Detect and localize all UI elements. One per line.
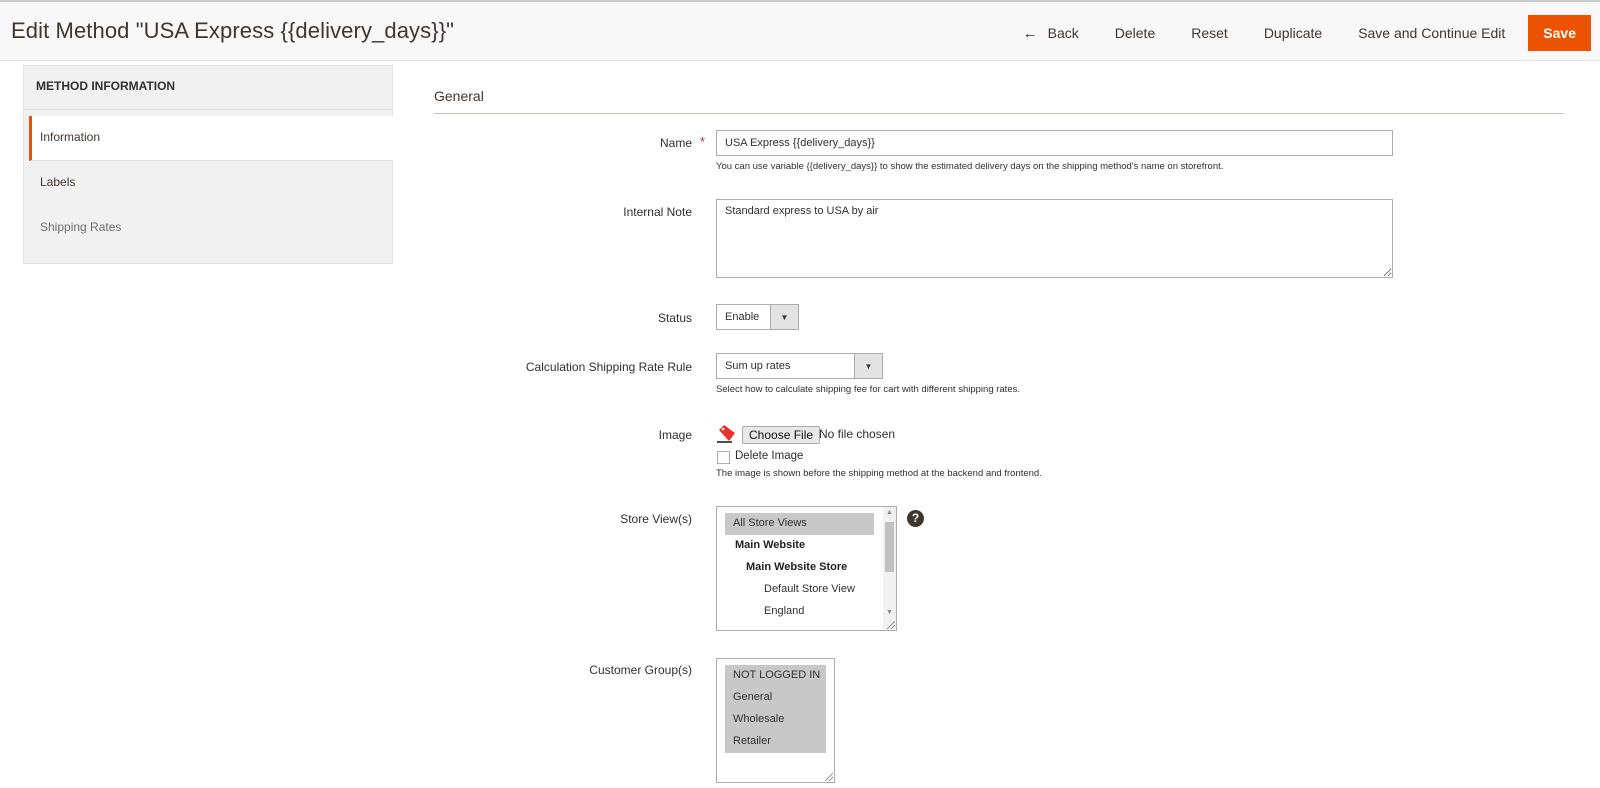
sidebar-title: METHOD INFORMATION <box>24 66 392 110</box>
save-and-continue-button[interactable]: Save and Continue Edit <box>1340 16 1523 51</box>
page-title: Edit Method "USA Express {{delivery_days… <box>11 18 455 43</box>
back-button[interactable]: ← Back <box>1005 16 1097 51</box>
status-value: Enable <box>725 311 760 323</box>
chevron-down-icon: ▼ <box>854 354 882 378</box>
sidebar-item-labels[interactable]: Labels <box>29 161 393 206</box>
delete-image-label[interactable]: Delete Image <box>735 450 803 462</box>
chevron-down-icon: ▼ <box>770 305 798 329</box>
store-view-option[interactable]: England <box>725 601 874 623</box>
scroll-down-icon[interactable]: ▼ <box>883 609 896 616</box>
customer-group-option[interactable]: Retailer <box>725 731 826 753</box>
rate-rule-value: Sum up rates <box>725 360 791 372</box>
name-label: Name <box>659 136 692 150</box>
store-views-scrollbar[interactable]: ▲ ▼ <box>883 507 896 630</box>
store-view-option[interactable]: Default Store View <box>725 579 874 601</box>
image-label: Image <box>658 428 692 442</box>
status-label: Status <box>657 311 692 325</box>
duplicate-button[interactable]: Duplicate <box>1246 16 1340 51</box>
help-icon[interactable]: ? <box>907 510 924 527</box>
file-status: No file chosen <box>819 427 896 441</box>
name-input[interactable] <box>716 130 1393 156</box>
store-views-label: Store View(s) <box>620 512 692 526</box>
store-view-group: Main Website <box>735 539 806 551</box>
save-button[interactable]: Save <box>1528 15 1591 51</box>
internal-note-label: Internal Note <box>623 205 692 219</box>
sidebar-item-shipping-rates[interactable]: Shipping Rates <box>29 206 393 251</box>
sidebar-item-information[interactable]: Information <box>29 116 393 161</box>
sidebar: METHOD INFORMATION Information Labels Sh… <box>23 65 393 264</box>
status-select[interactable]: Enable ▼ <box>716 304 799 330</box>
back-label: Back <box>1047 25 1079 41</box>
arrow-left-icon: ← <box>1022 24 1038 42</box>
choose-file-button[interactable]: Choose File <box>742 426 821 444</box>
scroll-up-icon[interactable]: ▲ <box>883 509 896 516</box>
required-star-icon: * <box>700 134 706 149</box>
delete-button[interactable]: Delete <box>1097 16 1173 51</box>
page-header: Edit Method "USA Express {{delivery_days… <box>0 0 1600 61</box>
store-view-group: Main Website Store <box>746 561 848 573</box>
resize-grip-icon[interactable] <box>887 621 895 629</box>
delete-image-checkbox[interactable] <box>717 451 730 464</box>
customer-group-option[interactable]: General <box>725 687 826 709</box>
customer-group-option[interactable]: NOT LOGGED IN <box>725 665 826 687</box>
reset-button[interactable]: Reset <box>1173 16 1246 51</box>
resize-grip-icon[interactable] <box>825 773 833 781</box>
section-divider <box>434 113 1564 114</box>
rate-rule-note: Select how to calculate shipping fee for… <box>716 384 1020 395</box>
page-actions: ← Back Delete Reset Duplicate Save and C… <box>1005 15 1591 51</box>
customer-groups-label: Customer Group(s) <box>589 663 692 677</box>
internal-note-textarea[interactable]: Standard express to USA by air <box>716 199 1393 278</box>
name-note: You can use variable {{delivery_days}} t… <box>716 161 1224 172</box>
red-tag-icon <box>717 425 735 443</box>
store-view-option[interactable]: All Store Views <box>725 513 874 535</box>
scrollbar-thumb[interactable] <box>885 522 894 572</box>
image-note: The image is shown before the shipping m… <box>716 468 1042 479</box>
rate-rule-select[interactable]: Sum up rates ▼ <box>716 353 883 379</box>
section-title-general: General <box>434 88 484 104</box>
store-views-multiselect[interactable]: All Store Views Main Website Main Websit… <box>716 506 897 631</box>
rate-rule-label: Calculation Shipping Rate Rule <box>525 360 692 374</box>
customer-group-option[interactable]: Wholesale <box>725 709 826 731</box>
customer-groups-multiselect[interactable]: NOT LOGGED IN General Wholesale Retailer <box>716 658 835 783</box>
